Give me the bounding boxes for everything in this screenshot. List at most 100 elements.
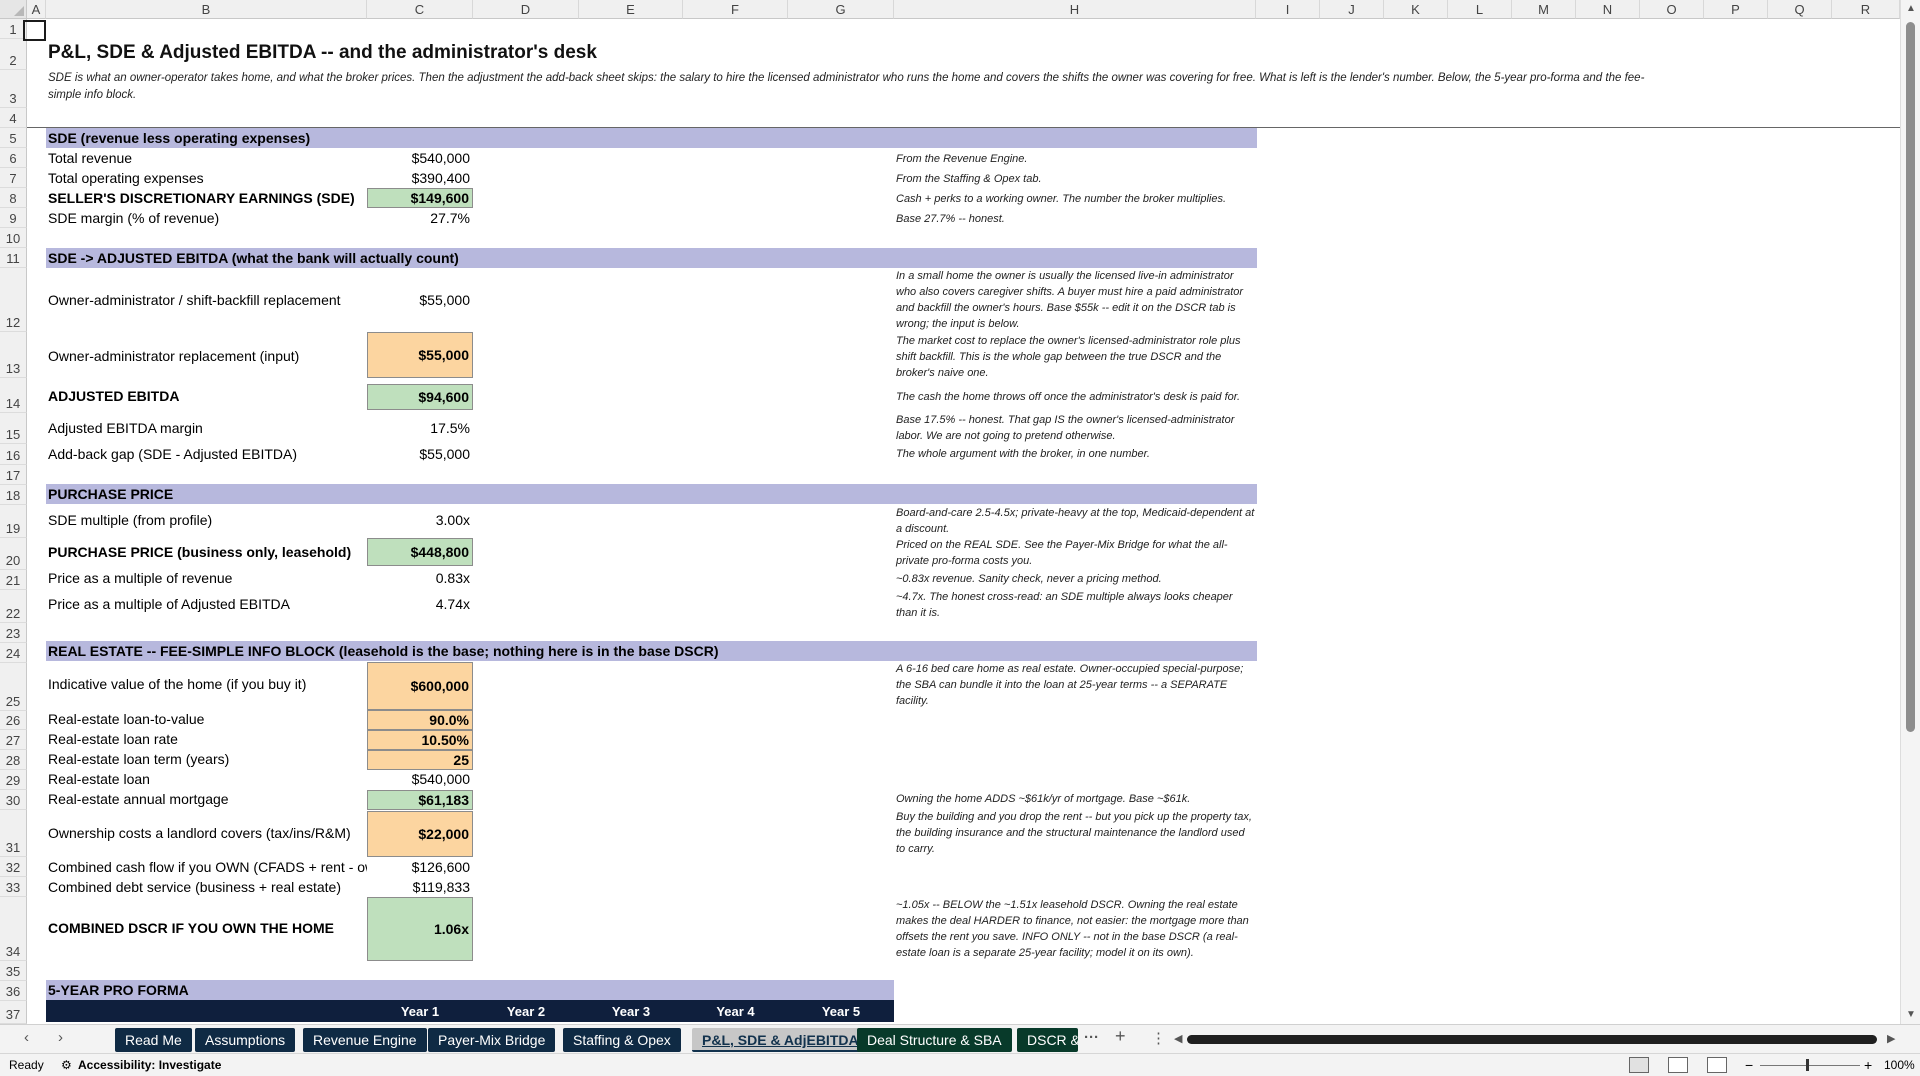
row-value[interactable]: $119,833 bbox=[367, 878, 473, 897]
row-header[interactable]: 15 bbox=[0, 413, 27, 444]
column-header-p[interactable]: P bbox=[1704, 0, 1768, 19]
zoom-out-icon[interactable]: − bbox=[1745, 1054, 1753, 1076]
row-header[interactable]: 5 bbox=[0, 128, 27, 148]
input-cell-ltv[interactable]: 90.0% bbox=[367, 710, 473, 730]
row-header[interactable]: 26 bbox=[0, 711, 27, 730]
row-header[interactable]: 31 bbox=[0, 810, 27, 857]
row-header[interactable]: 14 bbox=[0, 378, 27, 413]
tab-staffing-opex[interactable]: Staffing & Opex bbox=[563, 1028, 681, 1052]
column-header-f[interactable]: F bbox=[683, 0, 788, 19]
row-value[interactable]: 4.74x bbox=[367, 595, 473, 614]
row-value[interactable]: 17.5% bbox=[367, 419, 473, 438]
page-break-view-icon[interactable] bbox=[1707, 1057, 1727, 1073]
select-all-corner[interactable] bbox=[0, 0, 27, 19]
row-header[interactable]: 36 bbox=[0, 981, 27, 1001]
column-header-n[interactable]: N bbox=[1576, 0, 1640, 19]
column-header-g[interactable]: G bbox=[788, 0, 894, 19]
zoom-in-icon[interactable]: + bbox=[1864, 1054, 1872, 1076]
row-header[interactable]: 11 bbox=[0, 248, 27, 268]
tab-revenue-engine[interactable]: Revenue Engine bbox=[303, 1028, 427, 1052]
row-value[interactable]: $390,400 bbox=[367, 169, 473, 188]
row-header[interactable]: 7 bbox=[0, 168, 27, 188]
row-header[interactable]: 25 bbox=[0, 663, 27, 711]
zoom-slider-thumb[interactable] bbox=[1806, 1059, 1809, 1071]
output-cell-purchase-price[interactable]: $448,800 bbox=[367, 538, 473, 566]
column-header-b[interactable]: B bbox=[46, 0, 367, 19]
column-header-l[interactable]: L bbox=[1448, 0, 1512, 19]
tab-scroll-right-icon[interactable]: › bbox=[58, 1029, 63, 1046]
tab-pl-sde-adjebitda[interactable]: P&L, SDE & AdjEBITDA bbox=[692, 1028, 869, 1052]
input-cell-loan-term[interactable]: 25 bbox=[367, 750, 473, 770]
column-header-c[interactable]: C bbox=[367, 0, 473, 19]
output-cell-annual-mortgage[interactable]: $61,183 bbox=[367, 790, 473, 810]
horizontal-scrollbar[interactable] bbox=[1187, 1034, 1882, 1045]
zoom-slider[interactable] bbox=[1760, 1065, 1860, 1066]
column-header-h[interactable]: H bbox=[894, 0, 1256, 19]
accessibility-icon[interactable]: ⚙ bbox=[61, 1054, 72, 1076]
tab-options-icon[interactable]: ⋮ bbox=[1151, 1029, 1166, 1047]
row-value[interactable]: $55,000 bbox=[367, 291, 473, 310]
input-cell-admin-replacement[interactable]: $55,000 bbox=[367, 332, 473, 378]
column-header-m[interactable]: M bbox=[1512, 0, 1576, 19]
output-cell-adjusted-ebitda[interactable]: $94,600 bbox=[367, 384, 473, 410]
row-header[interactable]: 9 bbox=[0, 208, 27, 228]
row-header[interactable]: 32 bbox=[0, 857, 27, 877]
accessibility-status[interactable]: Accessibility: Investigate bbox=[78, 1054, 221, 1076]
column-header-e[interactable]: E bbox=[579, 0, 683, 19]
tab-assumptions[interactable]: Assumptions bbox=[195, 1028, 296, 1052]
tab-scroll-left-icon[interactable]: ‹ bbox=[24, 1029, 29, 1046]
row-value[interactable]: $540,000 bbox=[367, 149, 473, 168]
hscroll-right-icon[interactable]: ▶ bbox=[1887, 1032, 1895, 1045]
row-header[interactable]: 28 bbox=[0, 750, 27, 770]
tab-deal-structure-sba[interactable]: Deal Structure & SBA bbox=[857, 1028, 1012, 1052]
row-header[interactable]: 19 bbox=[0, 505, 27, 538]
spreadsheet-grid[interactable]: A B C D E F G H I J K L M N O P Q R 1 2 … bbox=[0, 0, 1920, 1076]
vertical-scrollbar[interactable]: ▲ ▼ bbox=[1900, 0, 1920, 1024]
row-header[interactable]: 33 bbox=[0, 877, 27, 897]
tab-dscr[interactable]: DSCR & bbox=[1017, 1028, 1078, 1052]
hscroll-left-icon[interactable]: ◀ bbox=[1174, 1032, 1182, 1045]
column-header-i[interactable]: I bbox=[1256, 0, 1320, 19]
row-value[interactable]: 27.7% bbox=[367, 209, 473, 228]
row-header[interactable]: 27 bbox=[0, 730, 27, 750]
row-header[interactable]: 34 bbox=[0, 897, 27, 961]
zoom-level[interactable]: 100% bbox=[1884, 1054, 1915, 1076]
column-header-o[interactable]: O bbox=[1640, 0, 1704, 19]
row-header[interactable]: 2 bbox=[0, 39, 27, 70]
row-value[interactable]: $126,600 bbox=[367, 858, 473, 877]
row-header[interactable]: 13 bbox=[0, 332, 27, 378]
row-header[interactable]: 16 bbox=[0, 444, 27, 465]
row-header[interactable]: 12 bbox=[0, 268, 27, 332]
row-value[interactable]: 3.00x bbox=[367, 511, 473, 530]
add-sheet-icon[interactable]: + bbox=[1115, 1026, 1126, 1047]
column-header-k[interactable]: K bbox=[1384, 0, 1448, 19]
column-header-d[interactable]: D bbox=[473, 0, 579, 19]
row-header[interactable]: 3 bbox=[0, 70, 27, 108]
output-cell-sde[interactable]: $149,600 bbox=[367, 188, 473, 208]
input-cell-ownership-costs[interactable]: $22,000 bbox=[367, 811, 473, 857]
normal-view-icon[interactable] bbox=[1629, 1057, 1649, 1073]
input-cell-loan-rate[interactable]: 10.50% bbox=[367, 730, 473, 750]
column-header-r[interactable]: R bbox=[1832, 0, 1900, 19]
row-header[interactable]: 17 bbox=[0, 465, 27, 485]
row-header[interactable]: 37 bbox=[0, 1001, 27, 1024]
column-header-j[interactable]: J bbox=[1320, 0, 1384, 19]
row-value[interactable]: 0.83x bbox=[367, 569, 473, 588]
column-header-q[interactable]: Q bbox=[1768, 0, 1832, 19]
scroll-down-icon[interactable]: ▼ bbox=[1906, 1009, 1916, 1020]
vertical-scroll-thumb[interactable] bbox=[1906, 22, 1915, 732]
row-header[interactable]: 24 bbox=[0, 643, 27, 663]
row-header[interactable]: 6 bbox=[0, 148, 27, 168]
scroll-up-icon[interactable]: ▲ bbox=[1906, 3, 1916, 14]
row-header[interactable]: 8 bbox=[0, 188, 27, 208]
output-cell-combined-dscr[interactable]: 1.06x bbox=[367, 897, 473, 961]
page-layout-view-icon[interactable] bbox=[1668, 1057, 1688, 1073]
tab-read-me[interactable]: Read Me bbox=[115, 1028, 192, 1052]
row-header[interactable]: 10 bbox=[0, 228, 27, 248]
row-header[interactable]: 35 bbox=[0, 961, 27, 981]
row-value[interactable]: $540,000 bbox=[367, 770, 473, 789]
row-value[interactable]: $55,000 bbox=[367, 445, 473, 464]
row-header[interactable]: 18 bbox=[0, 485, 27, 505]
row-header[interactable]: 4 bbox=[0, 108, 27, 128]
input-cell-home-value[interactable]: $600,000 bbox=[367, 662, 473, 710]
